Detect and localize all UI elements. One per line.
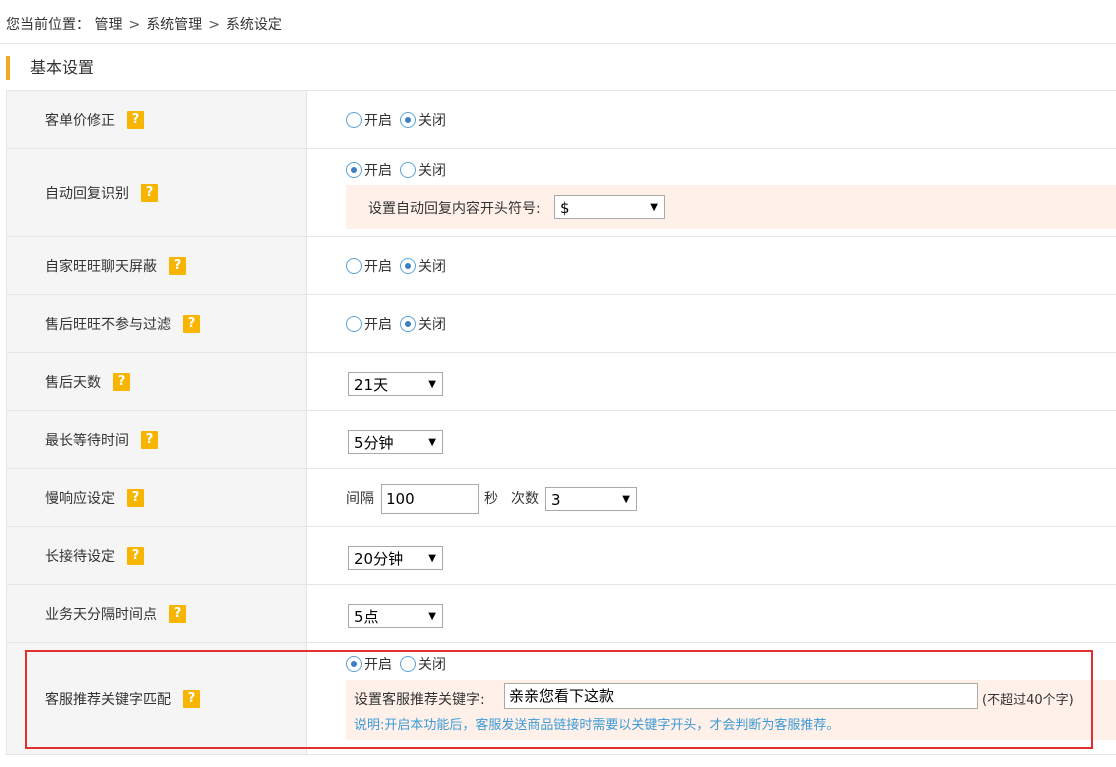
- radio-on[interactable]: 开启: [346, 160, 392, 180]
- help-icon[interactable]: ?: [183, 314, 200, 333]
- keyword-explanation: 说明:开启本功能后，客服发送商品链接时需要以关键字开头，才会判断为客服推荐。: [354, 718, 840, 733]
- breadcrumb-item-system-manage[interactable]: 系统管理: [146, 17, 202, 33]
- auto-reply-prefix-label: 设置自动回复内容开头符号:: [368, 201, 541, 217]
- breadcrumb-separator: >: [128, 17, 141, 33]
- setting-label: 慢响应设定: [45, 490, 115, 507]
- radio-group: 开启 关闭: [346, 110, 454, 130]
- radio-checked-icon: [400, 316, 416, 332]
- radio-group: 开启 关闭: [346, 654, 454, 674]
- setting-label: 客服推荐关键字匹配: [45, 691, 171, 708]
- count-label: 次数: [511, 491, 539, 507]
- radio-group: 开启 关闭: [346, 160, 454, 180]
- setting-label: 自家旺旺聊天屏蔽: [45, 258, 157, 275]
- setting-row-own-wangwang-block: 自家旺旺聊天屏蔽? 开启 关闭: [7, 237, 1116, 295]
- radio-on[interactable]: 开启: [346, 314, 392, 334]
- section-title: 基本设置: [30, 58, 95, 77]
- auto-reply-panel: 设置自动回复内容开头符号: $ ▼: [346, 185, 1116, 229]
- header-divider: [0, 43, 1116, 44]
- seconds-label: 秒: [484, 491, 498, 507]
- setting-label: 售后天数: [45, 374, 101, 391]
- radio-off[interactable]: 关闭: [400, 314, 446, 334]
- help-icon[interactable]: ?: [169, 604, 186, 623]
- keyword-panel: 设置客服推荐关键字: 亲亲您看下这款 (不超过40个字) 说明:开启本功能后，客…: [346, 680, 1116, 740]
- radio-off[interactable]: 关闭: [400, 110, 446, 130]
- setting-row-price-correction: 客单价修正? 开启 关闭: [7, 91, 1116, 149]
- radio-off[interactable]: 关闭: [400, 654, 446, 674]
- triangle-down-icon: ▼: [622, 494, 630, 505]
- radio-off[interactable]: 关闭: [400, 256, 446, 276]
- triangle-down-icon: ▼: [428, 437, 436, 448]
- help-icon[interactable]: ?: [127, 110, 144, 129]
- help-icon[interactable]: ?: [127, 546, 144, 565]
- breadcrumb: 您当前位置： 管理 > 系统管理 > 系统设定: [6, 14, 282, 36]
- breadcrumb-item-manage[interactable]: 管理: [94, 17, 122, 33]
- setting-label: 售后旺旺不参与过滤: [45, 316, 171, 333]
- radio-checked-icon: [346, 656, 362, 672]
- triangle-down-icon: ▼: [428, 379, 436, 390]
- setting-label: 客单价修正: [45, 112, 115, 129]
- help-icon[interactable]: ?: [141, 430, 158, 449]
- interval-label: 间隔: [346, 491, 374, 507]
- help-icon[interactable]: ?: [113, 372, 130, 391]
- setting-label: 最长等待时间: [45, 432, 129, 449]
- radio-group: 开启 关闭: [346, 314, 454, 334]
- setting-label: 业务天分隔时间点: [45, 606, 157, 623]
- settings-table: 客单价修正? 开启 关闭 自动回复识别? 开启 关闭 设置自动回复内容开头符号:…: [6, 90, 1116, 755]
- max-wait-select[interactable]: 5分钟 ▼: [348, 430, 443, 454]
- section-accent-bar: [6, 56, 10, 80]
- radio-circle-icon: [346, 112, 362, 128]
- radio-checked-icon: [400, 112, 416, 128]
- radio-circle-icon: [346, 316, 362, 332]
- help-icon[interactable]: ?: [141, 183, 158, 202]
- setting-row-business-day-split: 业务天分隔时间点? 5点 ▼: [7, 585, 1116, 643]
- radio-off[interactable]: 关闭: [400, 160, 446, 180]
- radio-circle-icon: [400, 656, 416, 672]
- radio-checked-icon: [400, 258, 416, 274]
- keyword-limit-note: (不超过40个字): [982, 693, 1074, 708]
- radio-on[interactable]: 开启: [346, 110, 392, 130]
- setting-row-slow-response: 慢响应设定? 间隔 100 秒 次数 3 ▼: [7, 469, 1116, 527]
- setting-label: 长接待设定: [45, 548, 115, 565]
- breadcrumb-separator: >: [208, 17, 220, 33]
- setting-row-aftersales-filter: 售后旺旺不参与过滤? 开启 关闭: [7, 295, 1116, 353]
- breadcrumb-prefix: 您当前位置：: [6, 17, 90, 33]
- radio-checked-icon: [346, 162, 362, 178]
- radio-on[interactable]: 开启: [346, 256, 392, 276]
- triangle-down-icon: ▼: [428, 611, 436, 622]
- keyword-label: 设置客服推荐关键字:: [354, 692, 485, 708]
- setting-row-long-reception: 长接待设定? 20分钟 ▼: [7, 527, 1116, 585]
- business-day-split-select[interactable]: 5点 ▼: [348, 604, 443, 628]
- setting-row-max-wait: 最长等待时间? 5分钟 ▼: [7, 411, 1116, 469]
- triangle-down-icon: ▼: [428, 553, 436, 564]
- help-icon[interactable]: ?: [127, 488, 144, 507]
- radio-circle-icon: [346, 258, 362, 274]
- interval-input[interactable]: 100: [381, 484, 479, 514]
- triangle-down-icon: ▼: [650, 202, 658, 213]
- help-icon[interactable]: ?: [169, 256, 186, 275]
- long-reception-select[interactable]: 20分钟 ▼: [348, 546, 443, 570]
- aftersales-days-select[interactable]: 21天 ▼: [348, 372, 443, 396]
- radio-circle-icon: [400, 162, 416, 178]
- breadcrumb-item-system-settings: 系统设定: [225, 17, 282, 33]
- radio-group: 开启 关闭: [346, 256, 454, 276]
- count-select[interactable]: 3 ▼: [545, 487, 637, 511]
- radio-on[interactable]: 开启: [346, 654, 392, 674]
- auto-reply-prefix-select[interactable]: $ ▼: [554, 195, 665, 219]
- setting-row-aftersales-days: 售后天数? 21天 ▼: [7, 353, 1116, 411]
- setting-row-keyword-match: 客服推荐关键字匹配? 开启 关闭 设置客服推荐关键字: 亲亲您看下这款 (不超过…: [7, 643, 1116, 755]
- setting-label: 自动回复识别: [45, 185, 129, 202]
- help-icon[interactable]: ?: [183, 689, 200, 708]
- keyword-input[interactable]: 亲亲您看下这款: [504, 683, 978, 709]
- setting-row-auto-reply: 自动回复识别? 开启 关闭 设置自动回复内容开头符号: $ ▼: [7, 149, 1116, 237]
